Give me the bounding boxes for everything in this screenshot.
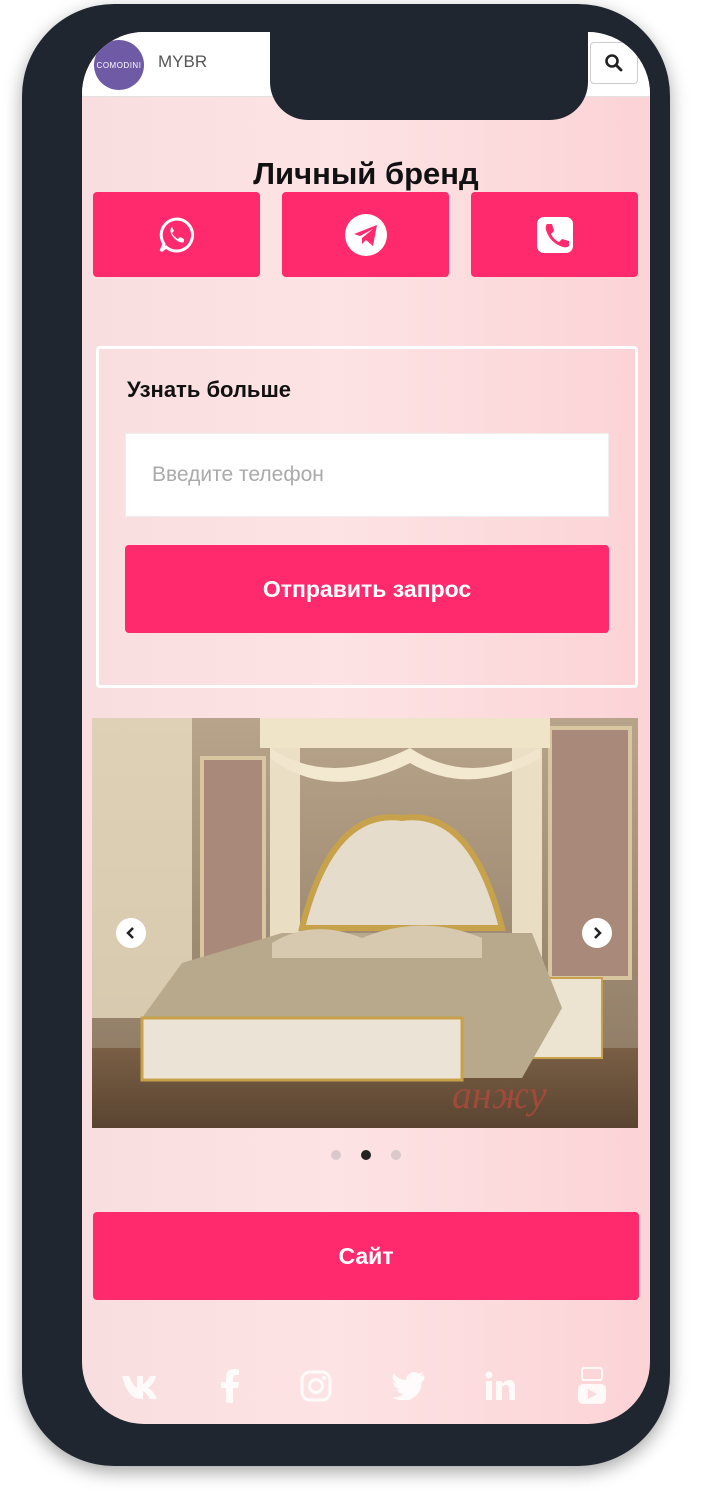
bedroom-photo: анжу [92,718,638,1128]
facebook-link[interactable] [208,1364,252,1408]
chevron-left-icon [126,927,134,939]
slider-next-button[interactable] [582,918,612,948]
chevron-right-icon [594,927,602,939]
search-icon [605,54,623,72]
phone-call-button[interactable] [471,192,638,277]
page-title: Личный бренд [253,156,479,191]
linkedin-link[interactable] [478,1364,522,1408]
slider-watermark: анжу [452,1072,547,1117]
lead-form: Узнать больше Введите телефон Отправить … [96,346,638,688]
submit-request-button[interactable]: Отправить запрос [125,545,609,633]
vk-link[interactable] [118,1364,162,1408]
slider-prev-button[interactable] [116,918,146,948]
twitter-icon [391,1372,425,1400]
site-button[interactable]: Сайт [93,1212,639,1300]
brand-label: MYBR [158,52,208,71]
youtube-icon [578,1367,606,1404]
image-slider[interactable]: анжу [92,718,638,1128]
slider-dot-active[interactable] [361,1150,371,1160]
linkedin-icon [485,1371,515,1400]
slider-dot[interactable] [331,1150,341,1160]
whatsapp-button[interactable] [93,192,260,277]
instagram-icon [300,1370,332,1402]
form-title: Узнать больше [127,377,292,402]
vk-icon [122,1376,157,1399]
telegram-button[interactable] [282,192,449,277]
phone-screen: COMODINI MYBR к Личный бренд [82,32,650,1424]
phone-icon [536,216,573,253]
youtube-link[interactable] [570,1364,614,1408]
telegram-icon [344,213,387,256]
phone-notch [270,32,588,120]
twitter-link[interactable] [386,1364,430,1408]
search-button[interactable] [590,42,638,84]
logo-text: COMODINI [96,60,142,70]
slider-dot[interactable] [391,1150,401,1160]
social-links [82,1364,650,1414]
instagram-link[interactable] [294,1364,338,1408]
phone-input[interactable]: Введите телефон [125,433,609,517]
slider-dots [82,1150,650,1160]
facebook-icon [221,1369,239,1403]
whatsapp-icon [159,216,194,252]
brand-logo[interactable]: COMODINI [94,40,144,90]
phone-frame: COMODINI MYBR к Личный бренд [22,4,670,1466]
